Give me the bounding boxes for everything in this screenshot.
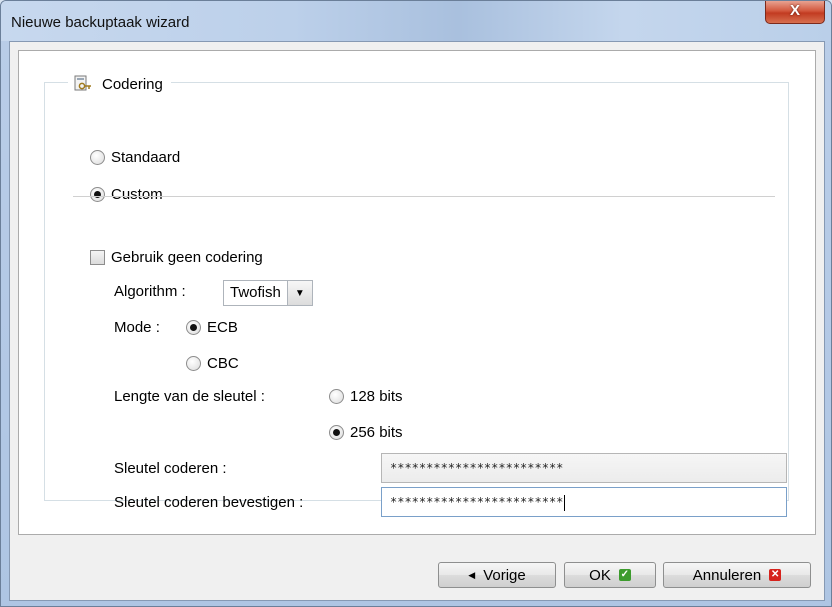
radio-custom-button[interactable] bbox=[90, 187, 105, 202]
dialog-client-area: Codering Standaard Custom Gebruik geen c… bbox=[9, 41, 825, 601]
key-field[interactable]: ************************ bbox=[381, 453, 787, 483]
radio-custom-label: Custom bbox=[111, 186, 163, 203]
wizard-window: Nieuwe backuptaak wizard X Codering Stan… bbox=[0, 0, 832, 607]
radio-key-256-label: 256 bits bbox=[350, 424, 403, 441]
checkmark-icon: ✓ bbox=[618, 569, 631, 581]
radio-mode-ecb[interactable]: ECB bbox=[186, 319, 238, 336]
previous-button[interactable]: ◀ Vorige bbox=[438, 562, 556, 588]
radio-mode-ecb-label: ECB bbox=[207, 319, 238, 336]
no-encryption-label: Gebruik geen codering bbox=[111, 249, 263, 266]
mode-label: Mode : bbox=[114, 319, 160, 336]
confirm-key-field-value: ************************ bbox=[390, 495, 564, 509]
no-encryption-checkbox[interactable] bbox=[90, 250, 105, 265]
cancel-button[interactable]: Annuleren ✕ bbox=[663, 562, 811, 588]
chevron-down-icon[interactable]: ▼ bbox=[286, 281, 312, 305]
radio-standard-label: Standaard bbox=[111, 149, 181, 166]
radio-mode-cbc[interactable]: CBC bbox=[186, 355, 239, 372]
key-label: Sleutel coderen : bbox=[114, 460, 227, 477]
arrow-left-icon: ◀ bbox=[468, 569, 476, 580]
encoding-legend-label: Codering bbox=[102, 75, 163, 93]
radio-mode-cbc-button[interactable] bbox=[186, 356, 201, 371]
window-title: Nieuwe backuptaak wizard bbox=[11, 14, 190, 31]
radio-key-256[interactable]: 256 bits bbox=[329, 424, 403, 441]
cancel-x-icon: ✕ bbox=[769, 569, 782, 581]
ok-button[interactable]: OK ✓ bbox=[564, 562, 656, 588]
key-field-value: ************************ bbox=[390, 461, 564, 475]
radio-key-128-button[interactable] bbox=[329, 389, 344, 404]
close-icon: X bbox=[789, 2, 800, 19]
radio-standard[interactable]: Standaard bbox=[90, 149, 180, 166]
radio-standard-button[interactable] bbox=[90, 150, 105, 165]
algorithm-value: Twofish bbox=[230, 284, 281, 301]
confirm-key-label: Sleutel coderen bevestigen : bbox=[114, 494, 304, 511]
key-file-icon bbox=[74, 75, 91, 91]
algorithm-label: Algorithm : bbox=[114, 283, 186, 300]
text-caret bbox=[564, 494, 566, 511]
radio-custom[interactable]: Custom bbox=[90, 186, 163, 203]
title-bar: Nieuwe backuptaak wizard X bbox=[1, 1, 831, 41]
confirm-key-field[interactable]: ************************ bbox=[381, 487, 787, 517]
content-panel: Codering Standaard Custom Gebruik geen c… bbox=[18, 50, 816, 535]
key-length-label: Lengte van de sleutel : bbox=[114, 388, 265, 405]
ok-button-label: OK bbox=[589, 566, 611, 584]
close-button[interactable]: X bbox=[765, 1, 825, 24]
encoding-legend: Codering bbox=[68, 73, 171, 95]
previous-button-label: Vorige bbox=[483, 566, 526, 584]
cancel-button-label: Annuleren bbox=[692, 566, 762, 584]
radio-mode-ecb-button[interactable] bbox=[186, 320, 201, 335]
radio-key-128[interactable]: 128 bits bbox=[329, 388, 403, 405]
radio-key-256-button[interactable] bbox=[329, 425, 344, 440]
radio-key-128-label: 128 bits bbox=[350, 388, 403, 405]
radio-mode-cbc-label: CBC bbox=[207, 355, 239, 372]
algorithm-select[interactable]: Twofish ▼ bbox=[223, 280, 313, 306]
no-encryption-checkbox-row[interactable]: Gebruik geen codering bbox=[90, 249, 263, 266]
section-divider bbox=[73, 196, 775, 197]
